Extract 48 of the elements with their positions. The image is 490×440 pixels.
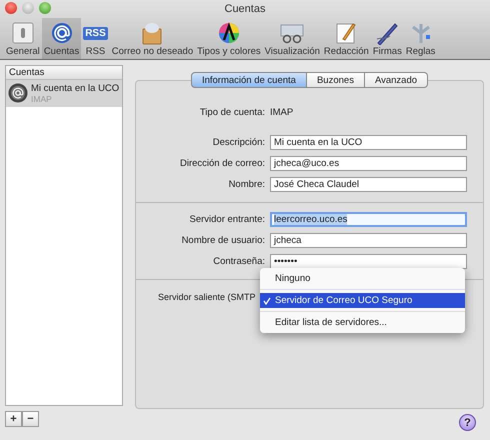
toolbar-button[interactable]: RSS RSS (81, 18, 110, 59)
box-icon (140, 21, 164, 45)
input-field[interactable]: jcheca (270, 233, 467, 248)
menu-item[interactable]: Servidor de Correo UCO Seguro (260, 293, 465, 308)
rss-icon: RSS (83, 26, 108, 40)
toolbar-button[interactable]: Cuentas (42, 18, 82, 59)
toolbar-button[interactable]: Firmas (370, 18, 404, 59)
at-sign-icon (8, 83, 28, 103)
account-item[interactable]: Mi cuenta en la UCO IMAP (6, 80, 122, 107)
switch-icon (12, 22, 34, 44)
tab[interactable]: Información de cuenta (190, 72, 307, 88)
window-title: Cuentas (224, 3, 266, 15)
tab[interactable]: Buzones (306, 72, 365, 88)
remove-button[interactable]: − (22, 411, 39, 427)
input-field[interactable]: jcheca@uco.es (270, 156, 467, 171)
field-label: Nombre: (228, 179, 266, 190)
notepad-pencil-icon (334, 21, 358, 45)
field-label: Dirección de correo: (178, 158, 266, 169)
field-label: Descripción: (212, 137, 266, 148)
pen-icon (375, 21, 400, 45)
at-sign-icon (50, 22, 72, 44)
input-field[interactable]: Mi cuenta en la UCO (270, 135, 467, 150)
toolbar-button[interactable]: Correo no deseado (110, 18, 196, 59)
field-label: Contraseña: (212, 256, 266, 267)
toolbar-button[interactable]: Tipos y colores (195, 18, 263, 59)
field-label: Servidor entrante: (188, 214, 266, 225)
close-button[interactable] (5, 2, 17, 14)
field-label: Nombre de usuario: (180, 235, 266, 246)
toolbar-button[interactable]: Redacción (322, 18, 371, 59)
input-field[interactable]: José Checa Claudel (270, 177, 467, 192)
zoom-button[interactable] (39, 2, 51, 14)
menu-item[interactable]: Editar lista de servidores... (260, 315, 465, 330)
checkmark-icon (263, 296, 271, 304)
list-header: Cuentas (6, 66, 122, 80)
toolbar-button[interactable]: General (4, 18, 42, 59)
field-label: Servidor saliente (SMTP (157, 292, 257, 302)
field-label: Tipo de cuenta: (198, 107, 266, 118)
add-button[interactable]: + (5, 411, 22, 427)
toolbar-button[interactable]: Reglas (404, 18, 438, 59)
tab[interactable]: Avanzado (364, 72, 428, 88)
toolbar-button[interactable]: Visualización (262, 18, 322, 59)
input-field[interactable]: leercorreo.uco.es (270, 212, 467, 227)
minimize-button[interactable] (22, 2, 34, 14)
account-type-value: IMAP (270, 107, 294, 118)
help-button[interactable]: ? (459, 414, 476, 431)
menu-item[interactable]: Ninguno (260, 271, 465, 286)
color-wheel-icon (216, 21, 241, 45)
input-field[interactable]: ••••••• (270, 254, 467, 269)
